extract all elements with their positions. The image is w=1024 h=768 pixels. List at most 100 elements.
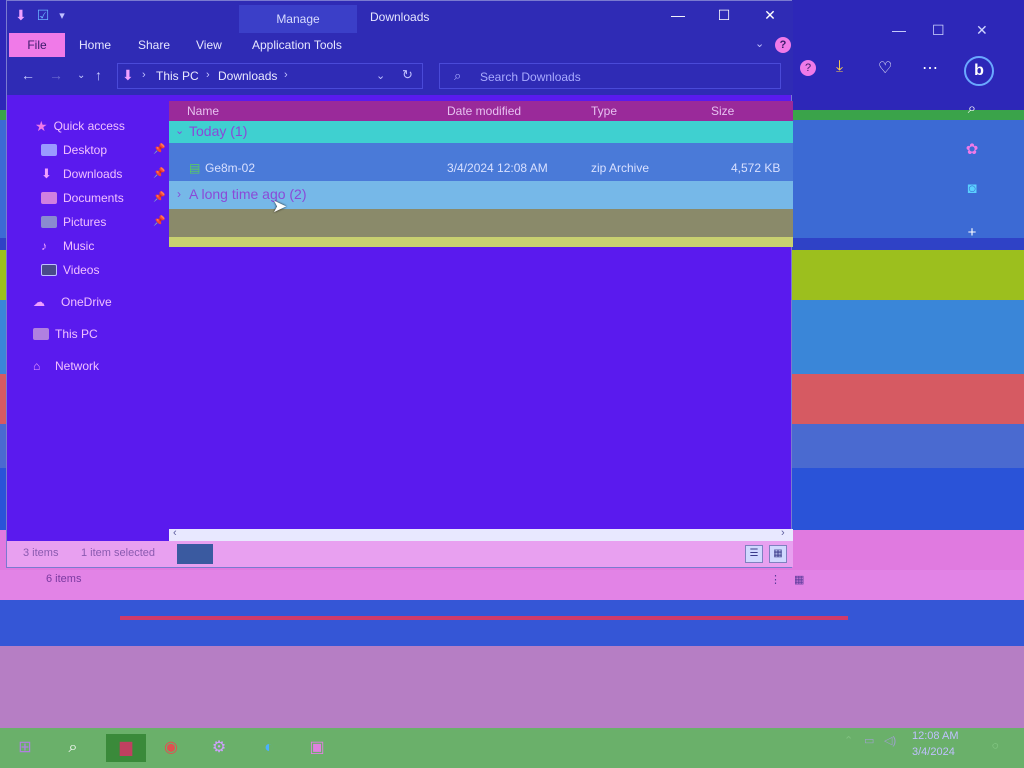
column-date-modified[interactable]: Date modified [447, 104, 521, 118]
back-arrow-icon[interactable]: ← [21, 67, 35, 83]
clock-time[interactable]: 12:08 AM [912, 730, 958, 742]
properties-icon[interactable]: ☑ [37, 7, 50, 24]
nav-desktop[interactable]: Desktop [41, 139, 107, 161]
download-icon[interactable]: ⤓ [836, 58, 843, 76]
star-icon: ★ [35, 117, 48, 134]
group-header-long-ago[interactable]: › A long time ago (2) [169, 181, 793, 209]
large-icons-view-icon[interactable]: ▦ [769, 545, 787, 563]
desktop-band [0, 600, 1024, 646]
edge-icon[interactable]: ◐ [254, 734, 284, 762]
heart-pulse-icon[interactable]: ♡ [878, 58, 892, 78]
tab-application-tools[interactable]: Application Tools [252, 33, 342, 57]
minimize-icon[interactable]: — [663, 7, 693, 23]
nav-music[interactable]: ♪ Music [41, 235, 94, 257]
details-view-icon[interactable]: ⋮ [770, 573, 781, 586]
chrome-icon[interactable]: ◉ [156, 734, 186, 762]
nav-label: Music [63, 239, 95, 253]
file-name: Ge8m-02 [205, 161, 256, 175]
add-icon[interactable]: + [960, 224, 984, 241]
breadcrumb-separator-icon: › [206, 69, 210, 81]
column-type[interactable]: Type [591, 104, 617, 118]
nav-downloads[interactable]: ⬇ Downloads [41, 163, 122, 185]
clock-date[interactable]: 3/4/2024 [912, 746, 955, 758]
nav-pictures[interactable]: Pictures [41, 211, 106, 233]
search-input[interactable]: Search Downloads [480, 70, 581, 84]
shopping-icon[interactable]: ✿ [960, 140, 984, 158]
search-box[interactable]: ⌕ Search Downloads [439, 63, 781, 89]
nav-label: OneDrive [61, 295, 112, 309]
scroll-right-icon[interactable]: › [781, 527, 785, 539]
large-icons-view-icon[interactable]: ▦ [794, 573, 804, 586]
customize-qat-icon[interactable]: ▾ [59, 9, 65, 22]
file-row[interactable]: ▤ Ge8m-02 3/4/2024 12:08 AM zip Archive … [169, 159, 793, 179]
cloud-icon: ☁ [33, 295, 45, 309]
group-header-today[interactable]: ⌄ Today (1) [169, 121, 793, 143]
quick-access-toolbar: ⬇ ☑ ▾ [15, 7, 65, 24]
nav-quick-access[interactable]: ★ Quick access [35, 115, 125, 137]
nav-label: Downloads [63, 167, 123, 181]
search-icon[interactable]: ⌕ [960, 100, 984, 117]
maximize-icon[interactable]: ☐ [932, 22, 945, 39]
start-icon[interactable]: ⊞ [10, 734, 40, 762]
maximize-icon[interactable]: ☐ [709, 7, 739, 24]
nav-this-pc[interactable]: This PC [33, 323, 98, 345]
pin-icon: 📌 [153, 168, 166, 179]
outlook-icon[interactable]: ◙ [960, 180, 984, 197]
chevron-right-icon[interactable]: › [177, 187, 181, 201]
nav-label: Desktop [63, 143, 108, 157]
horizontal-scrollbar[interactable]: ‹ › [169, 527, 793, 541]
manage-tab[interactable]: Manage [239, 5, 357, 33]
forward-arrow-icon[interactable]: → [49, 67, 63, 83]
pin-icon: 📌 [153, 192, 166, 203]
network-icon[interactable]: ▭ [864, 734, 874, 747]
nav-videos[interactable]: Videos [41, 259, 99, 281]
up-arrow-icon[interactable]: ↑ [95, 67, 102, 83]
details-view-icon[interactable]: ☰ [745, 545, 763, 563]
app-icon[interactable]: ▣ [302, 734, 332, 762]
volume-icon[interactable]: ◁) [884, 734, 896, 747]
tab-share[interactable]: Share [138, 33, 170, 57]
column-size[interactable]: Size [711, 104, 734, 118]
taskbar: ⊞ ⌕ ▆ ◉ ⚙ ◐ ▣ ⌃ ▭ ◁) 12:08 AM 3/4/2024 ◌ [0, 728, 1024, 768]
settings-icon[interactable]: ⚙ [204, 734, 234, 762]
bing-icon[interactable]: b [964, 56, 994, 86]
down-arrow-icon[interactable]: ⬇ [15, 7, 27, 24]
tab-file[interactable]: File [9, 33, 65, 57]
pin-icon: 📌 [153, 216, 166, 227]
nav-network[interactable]: ⌂ Network [33, 355, 99, 377]
nav-documents[interactable]: Documents [41, 187, 124, 209]
chevron-down-icon[interactable]: ⌄ [755, 37, 764, 50]
navigation-bar: ← → ⌄ ↑ ⬇ › This PC › Downloads › ⌄ ↻ ⌕ … [7, 57, 793, 95]
selection-swatch [177, 544, 213, 564]
question-icon[interactable]: ? [775, 37, 791, 53]
music-icon: ♪ [41, 239, 47, 253]
pictures-icon [41, 216, 57, 228]
address-bar[interactable]: ⬇ › This PC › Downloads › ⌄ ↻ [117, 63, 423, 89]
chevron-down-icon[interactable]: ⌄ [376, 69, 385, 82]
column-name[interactable]: Name [187, 104, 219, 118]
question-icon[interactable]: ? [800, 60, 816, 76]
chevron-down-icon[interactable]: ⌄ [175, 124, 184, 137]
scroll-left-icon[interactable]: ‹ [173, 527, 177, 539]
notifications-icon[interactable]: ◌ [992, 740, 999, 752]
nav-onedrive[interactable]: ☁ OneDrive [33, 291, 112, 313]
file-explorer-icon[interactable]: ▆ [106, 734, 146, 762]
documents-icon [41, 192, 57, 204]
tab-home[interactable]: Home [79, 33, 111, 57]
item-count: 3 items [23, 547, 59, 559]
mouse-cursor-icon: ➤ [272, 196, 288, 216]
recent-locations-icon[interactable]: ⌄ [77, 70, 85, 81]
close-icon[interactable]: ✕ [976, 22, 988, 39]
close-icon[interactable]: ✕ [755, 7, 785, 24]
refresh-icon[interactable]: ↻ [402, 67, 413, 83]
desktop-icon [41, 144, 57, 156]
nav-label: Videos [63, 263, 100, 277]
background-status-bar: 6 items ⋮ ▦ [34, 570, 816, 590]
more-icon[interactable]: ⋯ [922, 58, 938, 78]
tray-chevron-icon[interactable]: ⌃ [844, 734, 853, 747]
tab-view[interactable]: View [196, 33, 222, 57]
breadcrumb-downloads[interactable]: Downloads [218, 69, 277, 83]
minimize-icon[interactable]: — [892, 22, 906, 38]
search-icon[interactable]: ⌕ [58, 734, 88, 762]
breadcrumb-this-pc[interactable]: This PC [156, 69, 199, 83]
